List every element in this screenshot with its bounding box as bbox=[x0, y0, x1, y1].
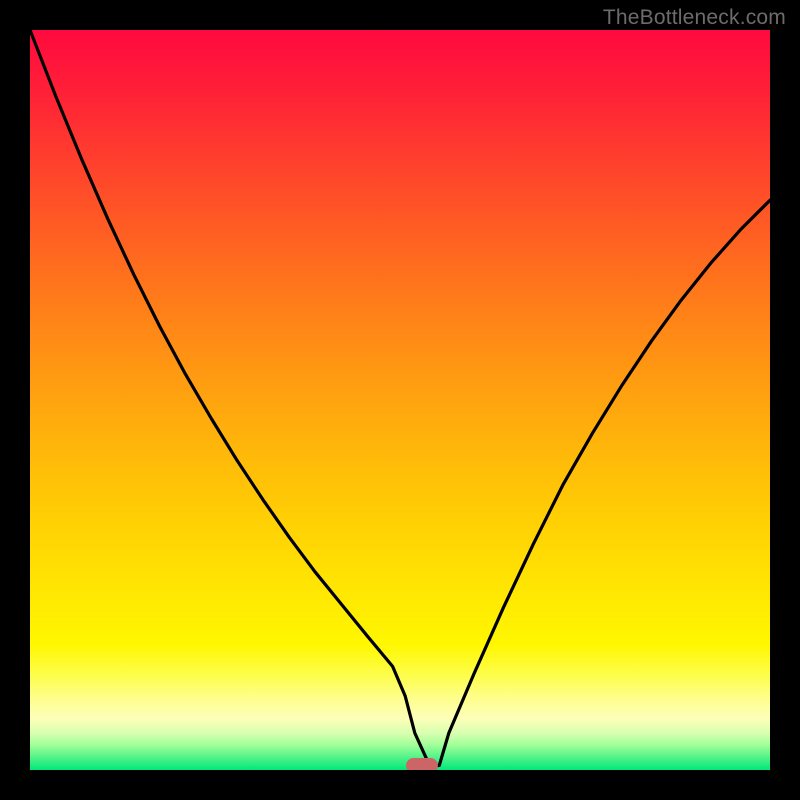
bottleneck-curve bbox=[30, 30, 770, 770]
plot-area bbox=[30, 30, 770, 770]
optimal-marker bbox=[406, 758, 438, 770]
chart-frame: TheBottleneck.com bbox=[0, 0, 800, 800]
watermark-text: TheBottleneck.com bbox=[603, 6, 786, 30]
